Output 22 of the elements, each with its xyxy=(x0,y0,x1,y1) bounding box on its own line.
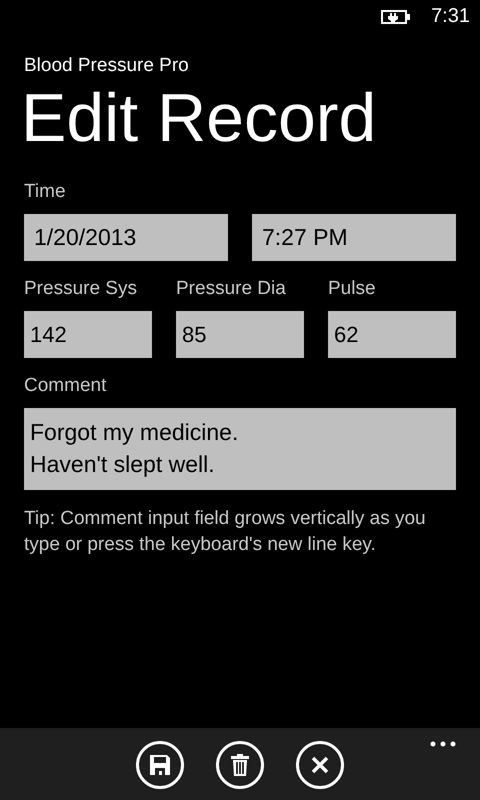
close-icon xyxy=(310,755,330,775)
number-field[interactable]: 62 xyxy=(328,311,456,358)
time-field[interactable]: 7:27 PM xyxy=(252,214,456,261)
comment-field[interactable]: Forgot my medicine. Haven't slept well. xyxy=(24,408,456,490)
save-button[interactable] xyxy=(136,741,184,789)
field-label: Time xyxy=(24,180,67,204)
trash-can-icon xyxy=(230,753,250,777)
battery-charging-icon xyxy=(381,9,412,25)
page-title: Edit Record xyxy=(21,79,378,158)
date-field[interactable]: 1/20/2013 xyxy=(24,214,228,261)
number-field[interactable]: 85 xyxy=(176,311,304,358)
clock-time: 7:31 xyxy=(431,4,470,28)
number-field[interactable]: 142 xyxy=(24,311,152,358)
field-label: Pulse xyxy=(328,277,377,301)
delete-button[interactable] xyxy=(216,741,264,789)
app-title: Blood Pressure Pro xyxy=(24,54,190,78)
cancel-button[interactable] xyxy=(296,741,344,789)
field-label: Pressure Dia xyxy=(176,277,287,301)
more-icon[interactable] xyxy=(430,741,456,747)
tip-text: Tip: Comment input field grows vertically as you type or press the keyboard's new line key. xyxy=(24,507,427,557)
field-label: Comment xyxy=(24,374,108,398)
field-label: Pressure Sys xyxy=(24,277,138,301)
